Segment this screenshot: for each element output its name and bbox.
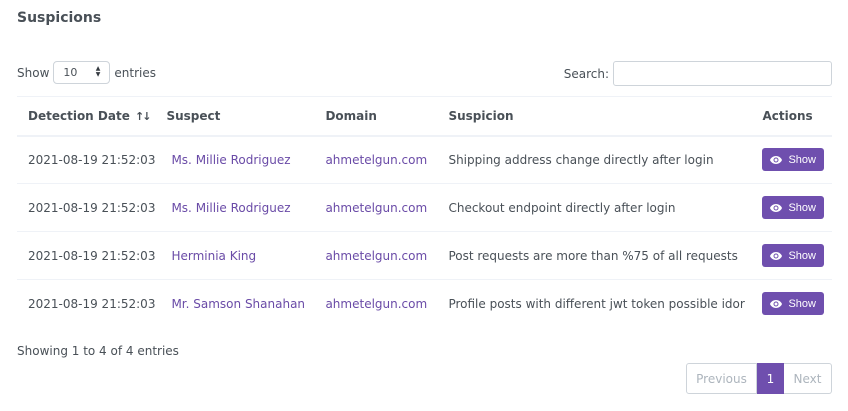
eye-icon bbox=[770, 251, 783, 260]
entries-label: entries bbox=[114, 65, 156, 80]
column-header-suspect[interactable]: Suspect bbox=[155, 97, 314, 136]
pagination-page-1[interactable]: 1 bbox=[757, 363, 784, 394]
domain-link[interactable]: ahmetelgun.com bbox=[325, 153, 427, 167]
show-button-label: Show bbox=[788, 201, 816, 214]
search-control: Search: bbox=[564, 61, 832, 86]
suspect-link[interactable]: Mr. Samson Shanahan bbox=[171, 297, 305, 311]
search-label: Search: bbox=[563, 66, 609, 81]
pagination: Previous 1 Next bbox=[686, 363, 832, 394]
cell-date: 2021-08-19 21:52:03 bbox=[28, 152, 156, 167]
suspicions-table: Detection Date ↑↓ Suspect Domain Suspici… bbox=[17, 96, 832, 328]
page-title: Suspicions bbox=[17, 10, 102, 26]
select-arrows-icon: ▲ ▼ bbox=[95, 65, 101, 78]
cell-date: 2021-08-19 21:52:03 bbox=[28, 296, 156, 311]
suspect-link[interactable]: Ms. Millie Rodriguez bbox=[171, 153, 290, 167]
sort-icon: ↑↓ bbox=[135, 110, 152, 123]
entries-length-value: 10 bbox=[63, 66, 78, 79]
cell-date: 2021-08-19 21:52:03 bbox=[28, 200, 156, 215]
show-button[interactable]: Show bbox=[762, 244, 824, 267]
table-header-row: Detection Date ↑↓ Suspect Domain Suspici… bbox=[17, 96, 832, 136]
entries-length-control: Show 10 ▲ ▼ entries bbox=[17, 61, 156, 84]
table-row: 2021-08-19 21:52:03 Ms. Millie Rodriguez… bbox=[17, 136, 832, 184]
show-button-label: Show bbox=[788, 297, 816, 310]
eye-icon bbox=[770, 155, 783, 164]
table-row: 2021-08-19 21:52:03 Ms. Millie Rodriguez… bbox=[17, 184, 832, 232]
domain-link[interactable]: ahmetelgun.com bbox=[325, 201, 427, 215]
show-label: Show bbox=[17, 65, 50, 80]
column-header-detection-date[interactable]: Detection Date ↑↓ bbox=[17, 97, 155, 136]
search-input[interactable] bbox=[613, 61, 832, 86]
show-button-label: Show bbox=[788, 153, 816, 166]
eye-icon bbox=[770, 299, 783, 308]
column-header-actions: Actions bbox=[762, 108, 813, 123]
suspect-link[interactable]: Herminia King bbox=[171, 249, 256, 263]
domain-link[interactable]: ahmetelgun.com bbox=[325, 297, 427, 311]
show-button[interactable]: Show bbox=[762, 196, 824, 219]
table-row: 2021-08-19 21:52:03 Mr. Samson Shanahan … bbox=[17, 280, 832, 328]
column-header-suspicion[interactable]: Suspicion bbox=[437, 97, 751, 136]
column-header-domain[interactable]: Domain bbox=[314, 97, 437, 136]
table-row: 2021-08-19 21:52:03 Herminia King ahmete… bbox=[17, 232, 832, 280]
domain-link[interactable]: ahmetelgun.com bbox=[325, 249, 427, 263]
cell-suspicion: Checkout endpoint directly after login bbox=[448, 200, 676, 215]
show-button[interactable]: Show bbox=[762, 292, 824, 316]
eye-icon bbox=[770, 203, 783, 212]
cell-suspicion: Post requests are more than %75 of all r… bbox=[448, 248, 738, 263]
entries-length-select[interactable]: 10 ▲ ▼ bbox=[53, 61, 111, 84]
table-info: Showing 1 to 4 of 4 entries bbox=[17, 344, 179, 358]
cell-suspicion: Shipping address change directly after l… bbox=[448, 152, 714, 167]
suspect-link[interactable]: Ms. Millie Rodriguez bbox=[171, 201, 290, 215]
pagination-previous[interactable]: Previous bbox=[686, 363, 757, 394]
cell-suspicion: Profile posts with different jwt token p… bbox=[448, 296, 745, 311]
show-button-label: Show bbox=[788, 249, 816, 262]
cell-date: 2021-08-19 21:52:03 bbox=[28, 248, 156, 263]
pagination-next[interactable]: Next bbox=[784, 363, 832, 394]
show-button[interactable]: Show bbox=[762, 148, 824, 172]
